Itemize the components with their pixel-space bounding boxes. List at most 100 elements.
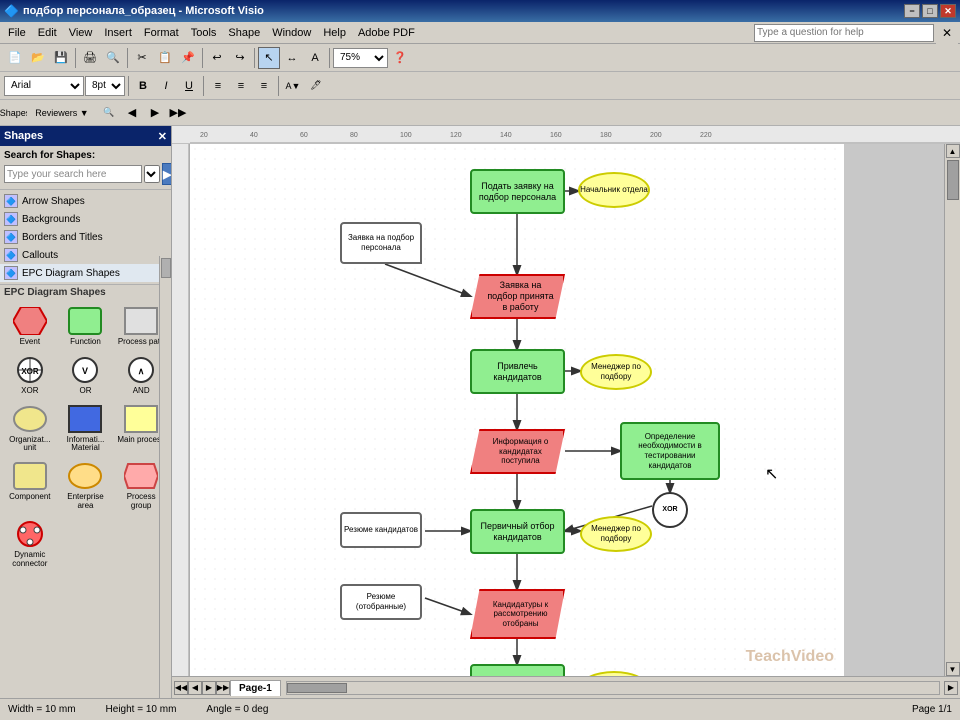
italic-button[interactable]: I (155, 75, 177, 97)
page-nav-prev[interactable]: ◀ (188, 681, 202, 695)
shape-or-label: OR (79, 387, 91, 396)
align-center-button[interactable]: ≡ (230, 75, 252, 97)
cut-button[interactable]: ✂ (131, 47, 153, 69)
shape-info-material[interactable]: Informati... Material (60, 402, 112, 456)
scroll-up-btn[interactable]: ▲ (946, 144, 960, 158)
menu-file[interactable]: File (2, 25, 32, 41)
zoom-select[interactable]: 75%50%100% (333, 48, 388, 68)
horizontal-scrollbar[interactable] (286, 681, 940, 695)
help-search-input[interactable] (754, 24, 934, 42)
align-right-button[interactable]: ≡ (253, 75, 275, 97)
panel-scrollbar[interactable] (159, 256, 171, 698)
print-preview-button[interactable]: 🔍 (102, 47, 124, 69)
open-button[interactable]: 📂 (27, 47, 49, 69)
underline-button[interactable]: U (178, 75, 200, 97)
node-application-doc[interactable]: Заявка на подбор персонала (340, 222, 422, 264)
maximize-button[interactable]: □ (922, 4, 938, 18)
shape-component[interactable]: Component (4, 459, 56, 513)
node-application-accepted[interactable]: Заявка на подбор принята в работу (470, 274, 565, 319)
shapes-close-icon[interactable]: ✕ (158, 130, 167, 143)
undo-button[interactable]: ↩ (206, 47, 228, 69)
nav-next[interactable]: ▶ (144, 102, 166, 124)
shape-info-material-label: Informati... Material (62, 436, 110, 454)
node-head-dept-1[interactable]: Начальник отдела (578, 172, 650, 208)
align-left-button[interactable]: ≡ (207, 75, 229, 97)
text-button[interactable]: A (304, 47, 326, 69)
menu-format[interactable]: Format (138, 25, 185, 41)
shape-xor[interactable]: XOR XOR (4, 353, 56, 398)
page-tab-1[interactable]: Page-1 (230, 680, 281, 696)
scrollbar-thumb[interactable] (161, 258, 171, 278)
shape-org-unit[interactable]: Organizat... unit (4, 402, 56, 456)
redo-button[interactable]: ↪ (229, 47, 251, 69)
node-xor[interactable]: XOR (652, 492, 688, 528)
cat-arrow-shapes[interactable]: 🔷 Arrow Shapes (0, 192, 171, 210)
diagram-canvas[interactable]: Подать заявку на подбор персонала Началь… (190, 144, 944, 676)
node-interviews[interactable]: Проведение собеседования (470, 664, 565, 676)
size-select[interactable]: 8pt10pt12pt (85, 76, 125, 96)
cat-backgrounds[interactable]: 🔷 Backgrounds (0, 210, 171, 228)
shape-process-path-label: Process path (118, 338, 165, 347)
save-button[interactable]: 💾 (50, 47, 72, 69)
node-resumes-doc[interactable]: Резюме кандидатов (340, 512, 422, 548)
menu-insert[interactable]: Insert (98, 25, 138, 41)
search-dropdown[interactable] (144, 165, 160, 183)
new-button[interactable]: 📄 (4, 47, 26, 69)
zoom-help-icon[interactable]: ❓ (389, 47, 411, 69)
page-nav-first[interactable]: ◀◀ (174, 681, 188, 695)
menu-shape[interactable]: Shape (222, 25, 266, 41)
fill-color-button[interactable]: A▼ (282, 75, 304, 97)
menu-view[interactable]: View (63, 25, 99, 41)
hscroll-right-btn[interactable]: ▶ (944, 681, 958, 695)
menu-edit[interactable]: Edit (32, 25, 63, 41)
font-select[interactable]: Arial (4, 76, 84, 96)
page-nav-next[interactable]: ▶ (202, 681, 216, 695)
nav-more[interactable]: ▶▶ (167, 102, 189, 124)
shape-enterprise[interactable]: Enterprise area (60, 459, 112, 513)
reviewers-dropdown[interactable]: Reviewers ▼ (27, 102, 97, 124)
node-submit-application[interactable]: Подать заявку на подбор персонала (470, 169, 565, 214)
shape-event[interactable]: Event (4, 304, 56, 349)
sep1 (75, 48, 76, 68)
node-candidates-selected[interactable]: Кандидатуры к рассмотрению отобраны (470, 589, 565, 639)
connector-button[interactable]: ↔ (281, 47, 303, 69)
minimize-button[interactable]: − (904, 4, 920, 18)
line-color-button[interactable]: 🖊 (305, 75, 327, 97)
node-determine-testing[interactable]: Определение необходимости в тестировании… (620, 422, 720, 480)
cat-callouts[interactable]: 🔷 Callouts (0, 246, 171, 264)
copy-button[interactable]: 📋 (154, 47, 176, 69)
page-nav-last[interactable]: ▶▶ (216, 681, 230, 695)
menu-adobe[interactable]: Adobe PDF (352, 25, 421, 41)
pointer-button[interactable]: ↖ (258, 47, 280, 69)
hscroll-thumb[interactable] (287, 683, 347, 693)
close-button[interactable]: ✕ (940, 4, 956, 18)
node-selected-resumes-doc[interactable]: Резюме (отобранные) (340, 584, 422, 620)
vertical-scrollbar[interactable]: ▲ ▼ (944, 144, 960, 676)
help-close-icon[interactable]: ✕ (936, 22, 958, 44)
sep2 (127, 48, 128, 68)
search-button[interactable]: ▶ (162, 163, 172, 185)
scroll-down-btn[interactable]: ▼ (946, 662, 960, 676)
nav-prev[interactable]: ◀ (121, 102, 143, 124)
cat-epc[interactable]: 🔷 EPC Diagram Shapes (0, 264, 171, 282)
bold-button[interactable]: B (132, 75, 154, 97)
node-info-received[interactable]: Информация о кандидатах поступила (470, 429, 565, 474)
shape-dynamic-connector[interactable]: Dynamic connector (4, 517, 56, 571)
menu-tools[interactable]: Tools (185, 25, 223, 41)
shapes-btn[interactable]: Shapes (4, 102, 26, 124)
node-attract-candidates[interactable]: Привлечь кандидатов (470, 349, 565, 394)
view-options[interactable]: 🔍 (98, 102, 120, 124)
print-button[interactable]: 🖨 (79, 47, 101, 69)
shape-or[interactable]: V OR (60, 353, 112, 398)
shape-function[interactable]: Function (60, 304, 112, 349)
node-primary-selection[interactable]: Первичный отбор кандидатов (470, 509, 565, 554)
shapes-search-input[interactable] (4, 165, 142, 183)
menu-window[interactable]: Window (266, 25, 317, 41)
paste-button[interactable]: 📌 (177, 47, 199, 69)
menu-help[interactable]: Help (317, 25, 352, 41)
cat-borders[interactable]: 🔷 Borders and Titles (0, 228, 171, 246)
node-manager-2[interactable]: Менеджер по подбору (580, 516, 652, 552)
node-manager-1[interactable]: Менеджер по подбору (580, 354, 652, 390)
svg-text:200: 200 (650, 132, 662, 139)
scroll-thumb-v[interactable] (947, 160, 959, 200)
